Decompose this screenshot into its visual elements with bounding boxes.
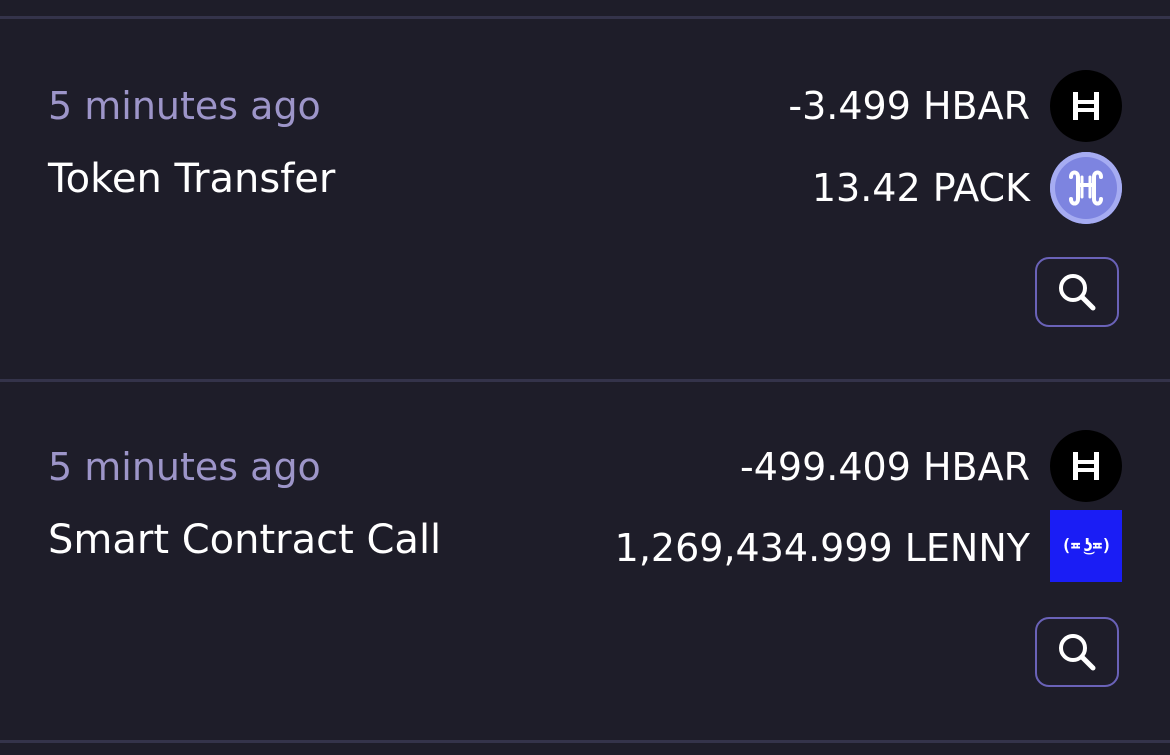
search-button[interactable] — [1035, 617, 1119, 687]
search-icon — [1059, 634, 1096, 671]
transaction-type: Token Transfer — [48, 156, 336, 202]
search-button[interactable] — [1035, 257, 1119, 327]
transfer-amount: -3.499 HBAR — [788, 84, 1030, 128]
hbar-icon — [1050, 430, 1122, 502]
transaction-item[interactable]: 5 minutes ago Token Transfer -3.499 HBAR… — [0, 19, 1170, 379]
lenny-icon: (≖ ͜ʖ≖) — [1050, 510, 1122, 582]
transaction-item[interactable]: 5 minutes ago Smart Contract Call -499.4… — [0, 382, 1170, 740]
transaction-list: 5 minutes ago Token Transfer -3.499 HBAR… — [0, 0, 1170, 755]
lenny-icon-text: (≖ ͜ʖ≖) — [1061, 536, 1111, 556]
transfer-amount: 13.42 PACK — [811, 166, 1030, 210]
transaction-time: 5 minutes ago — [48, 445, 321, 489]
pack-icon — [1050, 152, 1122, 224]
search-icon — [1059, 274, 1096, 311]
divider — [0, 740, 1170, 743]
transfer-amount: -499.409 HBAR — [740, 445, 1030, 489]
transfer-amount: 1,269,434.999 LENNY — [614, 526, 1030, 570]
transaction-time: 5 minutes ago — [48, 84, 321, 128]
transaction-type: Smart Contract Call — [48, 517, 442, 563]
hbar-icon — [1050, 70, 1122, 142]
